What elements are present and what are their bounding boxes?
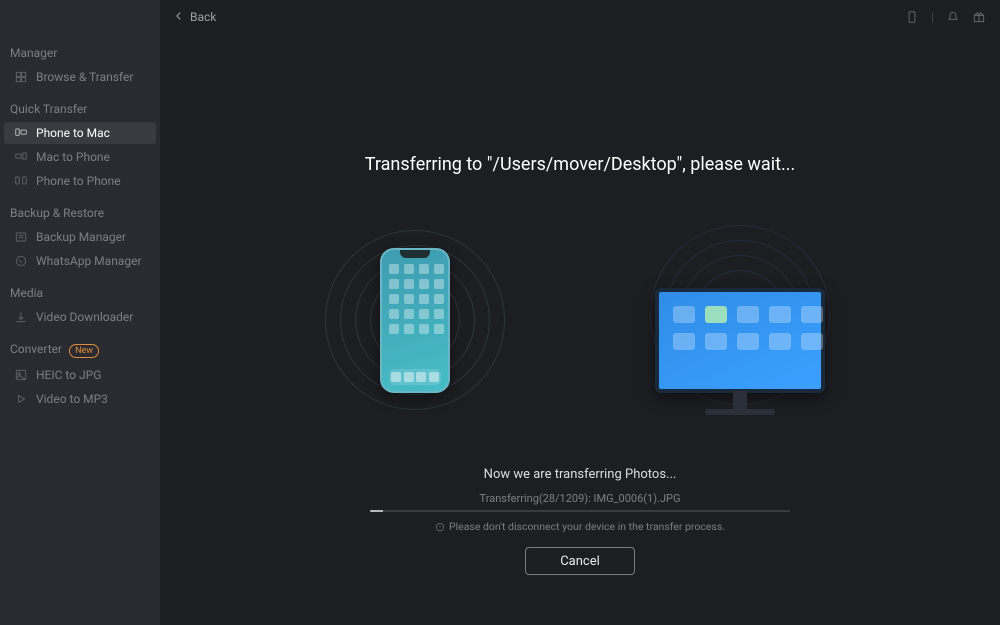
- gift-icon[interactable]: [972, 10, 986, 24]
- sidebar-item-label: Mac to Phone: [36, 150, 110, 164]
- sidebar-item-phone-to-phone[interactable]: Phone to Phone: [4, 170, 156, 192]
- back-button-label: Back: [190, 10, 216, 24]
- main-panel: Back | Transferring to "/Users/mover/Des…: [160, 0, 1000, 625]
- topbar-divider: |: [931, 10, 934, 24]
- video-to-mp3-icon: [14, 392, 28, 406]
- video-downloader-icon: [14, 310, 28, 324]
- heic-to-jpg-icon: [14, 368, 28, 382]
- sidebar-section-converter: Converter New: [0, 336, 160, 362]
- sidebar-item-label: Phone to Mac: [36, 126, 110, 140]
- source-phone: [320, 225, 510, 415]
- mac-device-icon: [655, 288, 825, 393]
- progress-fill: [370, 510, 383, 512]
- mac-to-phone-icon: [14, 150, 28, 164]
- sidebar-item-heic-to-jpg[interactable]: HEIC to JPG: [4, 364, 156, 386]
- phone-device-icon: [380, 248, 450, 393]
- target-mac: [640, 225, 840, 415]
- transfer-status-detail: Transferring(28/1209): IMG_0006(1).JPG: [480, 492, 681, 505]
- sidebar-section-manager: Manager: [0, 40, 160, 64]
- transfer-headline: Transferring to "/Users/mover/Desktop", …: [365, 154, 795, 175]
- progress-bar: [370, 510, 790, 512]
- sidebar-item-backup-manager[interactable]: Backup Manager: [4, 226, 156, 248]
- browse-transfer-icon: [14, 70, 28, 84]
- topbar: Back |: [160, 0, 1000, 34]
- sidebar-item-label: Backup Manager: [36, 230, 126, 244]
- phone-to-phone-icon: [14, 174, 28, 188]
- sidebar-item-mac-to-phone[interactable]: Mac to Phone: [4, 146, 156, 168]
- sidebar-item-label: Video to MP3: [36, 392, 108, 406]
- device-status-icon[interactable]: [905, 10, 919, 24]
- sidebar-section-backup-restore: Backup & Restore: [0, 200, 160, 224]
- chevron-left-icon: [174, 10, 184, 24]
- sidebar-item-label: Browse & Transfer: [36, 70, 133, 84]
- sidebar-item-video-downloader[interactable]: Video Downloader: [4, 306, 156, 328]
- sidebar-item-browse-transfer[interactable]: Browse & Transfer: [4, 66, 156, 88]
- transfer-warning-text: Please don't disconnect your device in t…: [449, 520, 725, 533]
- sidebar-item-video-to-mp3[interactable]: Video to MP3: [4, 388, 156, 410]
- sidebar-item-phone-to-mac[interactable]: Phone to Mac: [4, 122, 156, 144]
- sidebar-item-label: WhatsApp Manager: [36, 254, 142, 268]
- phone-to-mac-icon: [14, 126, 28, 140]
- sidebar-item-label: Phone to Phone: [36, 174, 121, 188]
- device-illustration: [320, 225, 840, 415]
- sidebar-item-whatsapp-manager[interactable]: WhatsApp Manager: [4, 250, 156, 272]
- backup-manager-icon: [14, 230, 28, 244]
- transfer-panel: Transferring to "/Users/mover/Desktop", …: [160, 34, 1000, 625]
- topbar-right: |: [905, 10, 986, 24]
- notification-icon[interactable]: [946, 10, 960, 24]
- transfer-warning: Please don't disconnect your device in t…: [435, 520, 725, 533]
- transfer-status-category: Now we are transferring Photos...: [484, 467, 677, 482]
- sidebar-section-quick-transfer: Quick Transfer: [0, 96, 160, 120]
- warning-icon: [435, 522, 445, 532]
- back-button[interactable]: Back: [174, 10, 216, 24]
- new-badge: New: [69, 344, 99, 358]
- cancel-button[interactable]: Cancel: [525, 547, 635, 575]
- sidebar-item-label: Video Downloader: [36, 310, 133, 324]
- sidebar: Manager Browse & Transfer Quick Transfer…: [0, 0, 160, 625]
- whatsapp-manager-icon: [14, 254, 28, 268]
- sidebar-section-media: Media: [0, 280, 160, 304]
- sidebar-section-converter-title: Converter: [10, 342, 62, 356]
- sidebar-item-label: HEIC to JPG: [36, 368, 101, 382]
